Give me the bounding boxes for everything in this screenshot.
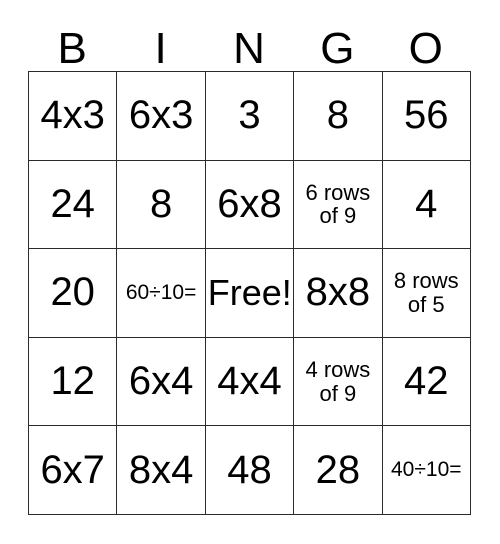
- bingo-cell-label: 4: [415, 181, 438, 226]
- bingo-row: 4x3 6x3 3 8 56: [27, 71, 471, 161]
- bingo-cell-label: 56: [404, 93, 449, 138]
- bingo-header-row: BINGO: [28, 14, 470, 71]
- bingo-cell-label: 3: [238, 93, 261, 138]
- bingo-cell-label: 6x4: [128, 358, 194, 403]
- bingo-cell-r3c3[interactable]: Free!: [204, 248, 295, 338]
- bingo-cell-label: 40÷10=: [391, 457, 462, 481]
- bingo-cell-r5c5[interactable]: 40÷10=: [381, 425, 471, 515]
- bingo-cell-r1c3[interactable]: 3: [204, 71, 295, 161]
- bingo-header-letter-i: I: [154, 24, 167, 73]
- bingo-cell-r5c4[interactable]: 28: [293, 425, 383, 515]
- bingo-cell-r1c2[interactable]: 6x3: [116, 71, 206, 161]
- bingo-cell-label: 8: [149, 181, 173, 226]
- bingo-cell-r2c3[interactable]: 6x8: [204, 159, 295, 250]
- bingo-header-letter-g: G: [320, 24, 355, 73]
- bingo-cell-label: 6x3: [128, 93, 194, 138]
- bingo-cell-r3c4[interactable]: 8x8: [293, 248, 383, 338]
- bingo-cell-r5c2[interactable]: 8x4: [116, 425, 206, 515]
- bingo-cell-r4c1[interactable]: 12: [27, 336, 118, 427]
- bingo-cell-r3c2[interactable]: 60÷10=: [116, 248, 206, 338]
- bingo-cell-label: 42: [404, 358, 449, 403]
- bingo-row: 12 6x4 4x4 4 rows of 9 42: [27, 336, 471, 427]
- bingo-cell-label: 8x4: [128, 447, 194, 492]
- bingo-grid: 4x3 6x3 3 8 56 24 8 6x8 6 rows of 9 4 20 60÷10= Free…: [27, 71, 471, 515]
- bingo-cell-r5c3[interactable]: 48: [204, 425, 295, 515]
- bingo-cell-label: 8: [326, 93, 349, 138]
- bingo-cell-label: 28: [315, 447, 361, 492]
- bingo-cell-label: 4x4: [217, 358, 282, 403]
- bingo-cell-label: 24: [50, 181, 95, 226]
- bingo-cell-r4c4[interactable]: 4 rows of 9: [293, 336, 383, 427]
- bingo-cell-label: 4 rows of 9: [305, 356, 371, 406]
- bingo-row: 20 60÷10= Free! 8x8 8 rows of 5: [27, 248, 471, 338]
- bingo-row: 6x7 8x4 48 28 40÷10=: [27, 425, 471, 515]
- bingo-card: B I N G O 4x3 6x3 3 8 56 24 8 6x8 6 rows of 9 4 20 60÷1…: [27, 14, 471, 515]
- bingo-header-letter-b: B: [57, 24, 87, 73]
- bingo-cell-r4c3[interactable]: 4x4: [204, 336, 295, 427]
- bingo-cell-label: 6 rows of 9: [305, 179, 371, 229]
- bingo-cell-label: 6x8: [217, 181, 282, 226]
- bingo-header-letter-n: N: [233, 24, 265, 73]
- bingo-cell-label: 48: [227, 447, 272, 492]
- bingo-cell-r4c5[interactable]: 42: [381, 336, 471, 427]
- bingo-cell-r1c1[interactable]: 4x3: [27, 71, 118, 161]
- bingo-cell-label: 20: [50, 270, 95, 315]
- bingo-row: 24 8 6x8 6 rows of 9 4: [27, 159, 471, 250]
- bingo-cell-label: 4x3: [40, 93, 105, 138]
- bingo-cell-label: 8x8: [305, 270, 371, 315]
- bingo-cell-r1c4[interactable]: 8: [293, 71, 383, 161]
- bingo-cell-label: 60÷10=: [125, 280, 197, 304]
- bingo-cell-r4c2[interactable]: 6x4: [116, 336, 206, 427]
- bingo-cell-label: 8 rows of 5: [393, 268, 459, 317]
- bingo-cell-r2c5[interactable]: 4: [381, 159, 471, 250]
- bingo-cell-r1c5[interactable]: 56: [381, 71, 471, 161]
- bingo-cell-r2c1[interactable]: 24: [27, 159, 118, 250]
- bingo-cell-label: 6x7: [40, 447, 105, 492]
- bingo-cell-r3c5[interactable]: 8 rows of 5: [381, 248, 471, 338]
- bingo-cell-label: Free!: [207, 271, 292, 313]
- bingo-cell-r2c4[interactable]: 6 rows of 9: [293, 159, 383, 250]
- bingo-cell-r5c1[interactable]: 6x7: [27, 425, 118, 515]
- bingo-cell-r2c2[interactable]: 8: [116, 159, 206, 250]
- bingo-cell-r3c1[interactable]: 20: [27, 248, 118, 338]
- bingo-header-letter-o: O: [408, 24, 443, 73]
- bingo-cell-label: 12: [50, 358, 95, 403]
- bingo-grid-body: 4x3 6x3 3 8 56 24 8 6x8 6 rows of 9 4 20 60÷10= Free…: [27, 71, 471, 515]
